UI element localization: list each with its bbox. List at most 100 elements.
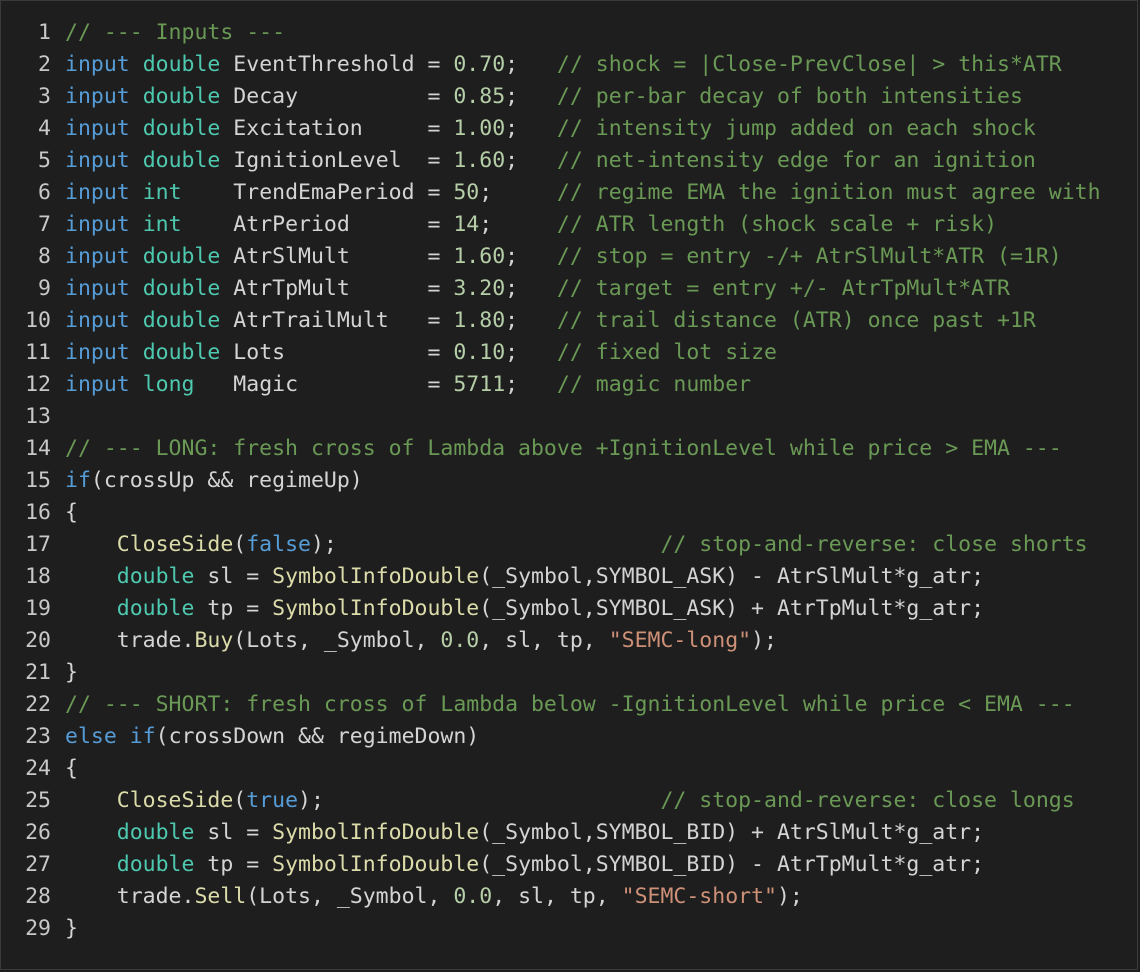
code-line[interactable]: 17 CloseSide(false); // stop-and-reverse…	[1, 529, 1101, 561]
code-token: double	[116, 820, 195, 845]
line-number: 10	[25, 308, 51, 333]
line-source: // --- SHORT: fresh cross of Lambda belo…	[65, 692, 1075, 717]
code-line[interactable]: 3 input double Decay = 0.85; // per-bar d…	[1, 81, 1101, 113]
code-line[interactable]: 6 input int TrendEmaPeriod = 50; // regim…	[1, 177, 1101, 209]
code-token: input	[65, 244, 130, 269]
line-source: }	[65, 660, 78, 685]
code-token: (_Symbol,SYMBOL_ASK) - AtrSlMult*g_atr;	[479, 564, 985, 589]
line-number: 12	[25, 372, 51, 397]
code-token: input	[65, 212, 130, 237]
code-token: sl =	[194, 564, 273, 589]
code-token: TrendEmaPeriod =	[181, 180, 454, 205]
code-token: input	[65, 148, 130, 173]
code-line[interactable]: 10 input double AtrTrailMult = 1.80; // t…	[1, 305, 1101, 337]
code-token: 0.10	[453, 340, 506, 365]
line-source: input double AtrTrailMult = 1.80; // tra…	[65, 308, 1036, 333]
code-token: AtrTpMult =	[220, 276, 454, 301]
code-line[interactable]: 25 CloseSide(true); // stop-and-reverse:…	[1, 785, 1101, 817]
code-line[interactable]: 26 double sl = SymbolInfoDouble(_Symbol,…	[1, 817, 1101, 849]
code-token: if	[65, 468, 91, 493]
code-token: // shock = |Close-PrevClose| > this*ATR	[556, 52, 1062, 77]
code-token: trade.	[65, 628, 195, 653]
code-token: ;	[505, 372, 557, 397]
code-token: trade.	[65, 884, 195, 909]
code-line[interactable]: 28 trade.Sell(Lots, _Symbol, 0.0, sl, tp…	[1, 881, 1101, 913]
code-editor[interactable]: 1 // --- Inputs --- 2 input double EventThr…	[0, 0, 1138, 970]
code-line[interactable]: 11 input double Lots = 0.10; // fixed lot…	[1, 337, 1101, 369]
code-token: ;	[505, 308, 557, 333]
code-line[interactable]: 7 input int AtrPeriod = 14; // ATR length…	[1, 209, 1101, 241]
line-source: input double AtrSlMult = 1.60; // stop =…	[65, 244, 1062, 269]
code-token: Decay =	[220, 84, 454, 109]
code-line[interactable]: 8 input double AtrSlMult = 1.60; // stop …	[1, 241, 1101, 273]
line-number: 27	[25, 852, 51, 877]
code-token: // fixed lot size	[556, 340, 777, 365]
code-line[interactable]: 5 input double IgnitionLevel = 1.60; // n…	[1, 145, 1101, 177]
line-number: 3	[38, 84, 51, 109]
code-token: sl =	[194, 820, 273, 845]
code-token: // regime EMA the ignition must agree wi…	[556, 180, 1101, 205]
code-line[interactable]: 4 input double Excitation = 1.00; // inte…	[1, 113, 1101, 145]
line-number: 11	[25, 340, 51, 365]
code-line[interactable]: 19 double tp = SymbolInfoDouble(_Symbol,…	[1, 593, 1101, 625]
code-token: 14	[453, 212, 480, 237]
code-token: "SEMC-long"	[608, 628, 752, 653]
line-source: input double Excitation = 1.00; // inten…	[65, 116, 1036, 141]
code-token: input	[65, 308, 130, 333]
code-token: tp =	[194, 596, 273, 621]
code-area[interactable]: 1 // --- Inputs --- 2 input double EventThr…	[1, 17, 1101, 945]
line-number: 28	[25, 884, 51, 909]
line-source: // --- Inputs ---	[65, 20, 285, 45]
code-token: ;	[479, 212, 557, 237]
code-token: SymbolInfoDouble	[272, 820, 480, 845]
code-token: input	[65, 180, 130, 205]
code-token: }	[65, 916, 78, 941]
code-line[interactable]: 15 if(crossUp && regimeUp)	[1, 465, 1101, 497]
line-source: trade.Buy(Lots, _Symbol, 0.0, sl, tp, "S…	[65, 628, 777, 653]
code-line[interactable]: 22 // --- SHORT: fresh cross of Lambda be…	[1, 689, 1101, 721]
code-token: (Lots, _Symbol,	[233, 628, 441, 653]
code-token: ;	[479, 180, 557, 205]
code-token: , sl, tp,	[479, 628, 609, 653]
line-number: 18	[25, 564, 51, 589]
line-number: 26	[25, 820, 51, 845]
code-line[interactable]: 18 double sl = SymbolInfoDouble(_Symbol,…	[1, 561, 1101, 593]
code-line[interactable]: 29}	[1, 913, 1101, 945]
code-token: int	[142, 180, 182, 205]
line-number: 8	[38, 244, 51, 269]
code-token: }	[65, 660, 78, 685]
code-line[interactable]: 2 input double EventThreshold = 0.70; // …	[1, 49, 1101, 81]
code-token: (_Symbol,SYMBOL_BID) - AtrTpMult*g_atr;	[479, 852, 985, 877]
code-token: CloseSide	[116, 532, 234, 557]
code-line[interactable]: 21}	[1, 657, 1101, 689]
code-token: input	[65, 276, 130, 301]
code-line[interactable]: 24 {	[1, 753, 1101, 785]
code-line[interactable]: 27 double tp = SymbolInfoDouble(_Symbol,…	[1, 849, 1101, 881]
code-token: 3.20	[453, 276, 506, 301]
line-number: 20	[25, 628, 51, 653]
line-number: 24	[25, 756, 51, 781]
code-line[interactable]: 1 // --- Inputs ---	[1, 17, 1101, 49]
code-token: double	[142, 52, 221, 77]
code-line[interactable]: 13	[1, 401, 1101, 433]
code-line[interactable]: 16 {	[1, 497, 1101, 529]
code-token: // stop-and-reverse: close longs	[660, 788, 1075, 813]
code-line[interactable]: 14 // --- LONG: fresh cross of Lambda abo…	[1, 433, 1101, 465]
code-line[interactable]: 12 input long Magic = 5711; // magic numb…	[1, 369, 1101, 401]
line-source: input double IgnitionLevel = 1.60; // ne…	[65, 148, 1036, 173]
code-line[interactable]: 23 else if(crossDown && regimeDown)	[1, 721, 1101, 753]
code-token: );	[298, 788, 661, 813]
code-line[interactable]: 20 trade.Buy(Lots, _Symbol, 0.0, sl, tp,…	[1, 625, 1101, 657]
line-number: 6	[38, 180, 51, 205]
line-source: double tp = SymbolInfoDouble(_Symbol,SYM…	[65, 852, 984, 877]
code-line[interactable]: 9 input double AtrTpMult = 3.20; // targe…	[1, 273, 1101, 305]
code-token: ;	[505, 148, 557, 173]
